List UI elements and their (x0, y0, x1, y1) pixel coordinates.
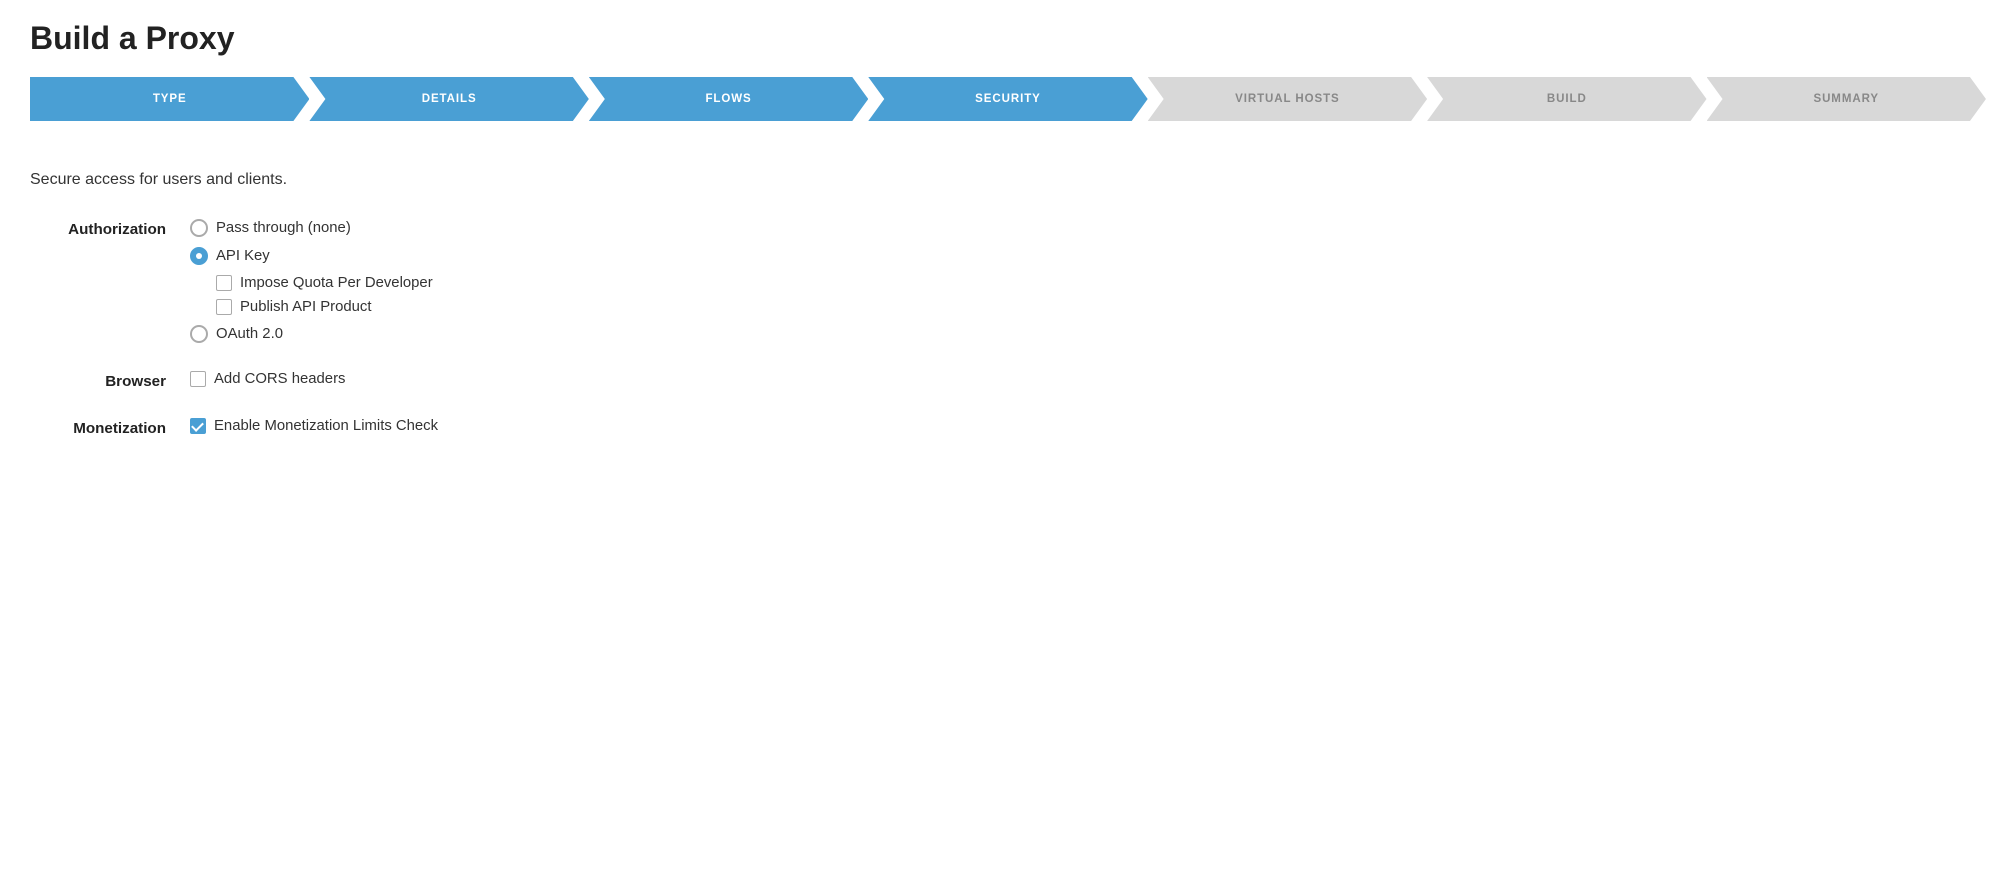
page-title: Build a Proxy (30, 20, 1986, 57)
radio-api-key[interactable]: API Key (190, 247, 433, 265)
checkbox-impose-quota-label: Impose Quota Per Developer (240, 275, 433, 291)
radio-pass-through[interactable]: Pass through (none) (190, 219, 433, 237)
content-area: Secure access for users and clients. Aut… (30, 161, 1986, 437)
subtitle: Secure access for users and clients. (30, 171, 1986, 189)
browser-controls: Add CORS headers (190, 371, 345, 387)
step-security[interactable]: SECURITY (868, 77, 1147, 121)
step-virtual-hosts-label: VIRTUAL HOSTS (1235, 93, 1340, 105)
checkbox-publish-api-product-label: Publish API Product (240, 299, 371, 315)
step-build-label: BUILD (1547, 93, 1587, 105)
checkbox-publish-api-product-input[interactable] (216, 299, 232, 315)
step-build[interactable]: BUILD (1427, 77, 1706, 121)
checkbox-add-cors-label: Add CORS headers (214, 371, 345, 387)
monetization-controls: Enable Monetization Limits Check (190, 418, 438, 434)
radio-oauth2-input[interactable] (190, 325, 208, 343)
api-key-sub-options: Impose Quota Per Developer Publish API P… (216, 275, 433, 315)
checkbox-publish-api-product[interactable]: Publish API Product (216, 299, 433, 315)
step-summary-label: SUMMARY (1813, 93, 1879, 105)
browser-label: Browser (30, 371, 190, 390)
step-type[interactable]: TYPE (30, 77, 309, 121)
step-flows[interactable]: FLOWS (589, 77, 868, 121)
radio-api-key-input[interactable] (190, 247, 208, 265)
checkbox-add-cors-input[interactable] (190, 371, 206, 387)
checkbox-add-cors[interactable]: Add CORS headers (190, 371, 345, 387)
step-summary[interactable]: SUMMARY (1707, 77, 1986, 121)
step-security-label: SECURITY (975, 93, 1041, 105)
radio-api-key-label: API Key (216, 248, 270, 264)
radio-pass-through-label: Pass through (none) (216, 220, 351, 236)
checkbox-impose-quota-input[interactable] (216, 275, 232, 291)
checkbox-enable-monetization[interactable]: Enable Monetization Limits Check (190, 418, 438, 434)
stepper: TYPE DETAILS FLOWS SECURITY VIRTUAL HOST… (30, 77, 1986, 121)
authorization-section: Authorization Pass through (none) API Ke… (30, 219, 1986, 343)
monetization-section: Monetization Enable Monetization Limits … (30, 418, 1986, 437)
checkbox-enable-monetization-input[interactable] (190, 418, 206, 434)
step-details[interactable]: DETAILS (309, 77, 588, 121)
radio-oauth2[interactable]: OAuth 2.0 (190, 325, 433, 343)
radio-pass-through-input[interactable] (190, 219, 208, 237)
step-virtual-hosts[interactable]: VIRTUAL HOSTS (1148, 77, 1427, 121)
checkbox-impose-quota[interactable]: Impose Quota Per Developer (216, 275, 433, 291)
radio-oauth2-label: OAuth 2.0 (216, 326, 283, 342)
step-type-label: TYPE (153, 93, 187, 105)
step-details-label: DETAILS (422, 93, 477, 105)
monetization-label: Monetization (30, 418, 190, 437)
browser-section: Browser Add CORS headers (30, 371, 1986, 390)
authorization-controls: Pass through (none) API Key Impose Quota… (190, 219, 433, 343)
checkbox-enable-monetization-label: Enable Monetization Limits Check (214, 418, 438, 434)
step-flows-label: FLOWS (705, 93, 751, 105)
authorization-label: Authorization (30, 219, 190, 238)
